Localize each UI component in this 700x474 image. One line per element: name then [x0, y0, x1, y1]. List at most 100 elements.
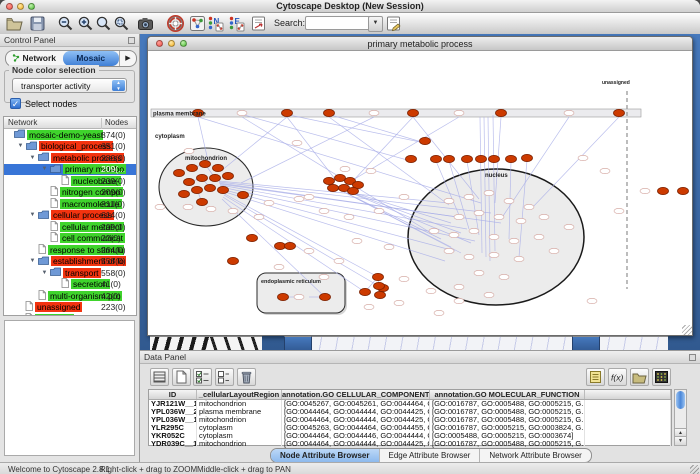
network-node-selected[interactable]: [420, 137, 431, 144]
table-cell[interactable]: [GO:0045267, GO:0045261, GO:0044464, G..…: [282, 400, 430, 408]
table-cell[interactable]: [585, 424, 671, 432]
background-window[interactable]: [572, 336, 600, 350]
network-node[interactable]: [292, 140, 302, 145]
tree-row[interactable]: ▼metabolic process280(0): [4, 152, 136, 164]
table-cell[interactable]: YKR052C: [149, 432, 197, 440]
select-attributes-icon[interactable]: [193, 368, 212, 386]
table-row[interactable]: YPL036W__1mitochondrion[GO:0044464, GO:0…: [149, 416, 671, 424]
network-node[interactable]: [340, 166, 350, 171]
table-cell[interactable]: mitochondrion: [197, 400, 282, 408]
disclosure-triangle-icon[interactable]: ▼: [39, 270, 50, 276]
network-node[interactable]: [344, 214, 354, 219]
network-node-selected[interactable]: [228, 257, 239, 264]
network-node[interactable]: [564, 224, 574, 229]
tab-network[interactable]: Network: [6, 51, 63, 66]
network-node[interactable]: [549, 248, 559, 253]
help-icon[interactable]: [167, 15, 184, 32]
network-window[interactable]: primary metabolic process plasma membran…: [147, 36, 693, 336]
search-input[interactable]: [305, 16, 371, 30]
table-cell[interactable]: [GO:0044464, GO:0044444, GO:0044425, G..…: [282, 416, 430, 424]
tree-row[interactable]: nucleobase-209(0): [4, 175, 136, 187]
tree-row[interactable]: ▼biological_process651(0): [4, 141, 136, 153]
notes-icon[interactable]: [586, 368, 605, 386]
network-node[interactable]: [319, 208, 329, 213]
network-node[interactable]: [504, 198, 514, 203]
search-dropdown-icon[interactable]: ▼: [368, 16, 383, 32]
network-node-selected[interactable]: [496, 109, 507, 116]
network-node[interactable]: [429, 228, 439, 233]
table-cell[interactable]: [585, 408, 671, 416]
network-window-titlebar[interactable]: primary metabolic process: [148, 37, 692, 51]
table-row[interactable]: YDR039C__1mitochondrion[GO:0044464, GO:0…: [149, 440, 671, 448]
network-node-selected[interactable]: [348, 187, 359, 194]
tab-mosaic[interactable]: Mosaic: [63, 51, 120, 66]
network-node[interactable]: [474, 210, 484, 215]
network-node[interactable]: [399, 276, 409, 281]
network-node[interactable]: [304, 194, 314, 199]
tree-row[interactable]: secretion41(0): [4, 279, 136, 291]
network-node-selected[interactable]: [614, 109, 625, 116]
network-node[interactable]: [600, 168, 610, 173]
tree-row[interactable]: nitrogen compo209(0): [4, 187, 136, 199]
network-node[interactable]: [449, 232, 459, 237]
network-node[interactable]: [444, 198, 454, 203]
window-resize-grip-icon[interactable]: [690, 465, 699, 474]
open-session-icon[interactable]: [6, 15, 23, 32]
table-cell[interactable]: [585, 416, 671, 424]
network-node-selected[interactable]: [223, 172, 234, 179]
table-cell[interactable]: [585, 400, 671, 408]
network-node-selected[interactable]: [374, 282, 385, 289]
network-node[interactable]: [509, 238, 519, 243]
disclosure-triangle-icon[interactable]: ▼: [27, 258, 38, 264]
network-node[interactable]: [444, 248, 454, 253]
table-cell[interactable]: YDR039C__1: [149, 440, 197, 448]
advanced-search-icon[interactable]: [385, 15, 402, 32]
table-cell[interactable]: [GO:0005488, GO:0005215, GO:0003674]: [430, 432, 585, 440]
tree-row[interactable]: ▼cellular process614(0): [4, 210, 136, 222]
network-node[interactable]: [578, 155, 588, 160]
tab-edge-attribute-browser[interactable]: Edge Attribute Browser: [380, 449, 481, 462]
network-node-selected[interactable]: [192, 186, 203, 193]
network-node-selected[interactable]: [328, 184, 339, 191]
zoom-in-icon[interactable]: [77, 15, 94, 32]
network-node[interactable]: [539, 214, 549, 219]
network-node-selected[interactable]: [197, 174, 208, 181]
network-node-selected[interactable]: [174, 169, 185, 176]
disclosure-triangle-icon[interactable]: ▼: [27, 212, 38, 218]
background-window[interactable]: [150, 336, 210, 350]
network-edge[interactable]: [531, 117, 619, 209]
network-node[interactable]: [294, 196, 304, 201]
network-node[interactable]: [516, 218, 526, 223]
delete-attribute-icon[interactable]: [237, 368, 256, 386]
tree-row[interactable]: ▼transport558(0): [4, 267, 136, 279]
network-node-selected[interactable]: [408, 109, 419, 116]
network-node-selected[interactable]: [431, 155, 442, 162]
network-node[interactable]: [494, 214, 504, 219]
network-node[interactable]: [454, 214, 464, 219]
network-node[interactable]: [334, 258, 344, 263]
network-node[interactable]: [524, 204, 534, 209]
float-panel-icon[interactable]: [689, 354, 696, 361]
background-window[interactable]: [210, 336, 262, 350]
node-color-select[interactable]: transporter activity ▲▼: [12, 78, 127, 93]
network-node-selected[interactable]: [522, 154, 533, 161]
network-node-selected[interactable]: [335, 174, 346, 181]
table-cell[interactable]: [GO:0044464, GO:0044444, GO:0044425, G..…: [282, 408, 430, 416]
table-cell[interactable]: mitochondrion: [197, 416, 282, 424]
network-node[interactable]: [564, 110, 574, 115]
network-node-selected[interactable]: [658, 187, 669, 194]
network-node-selected[interactable]: [373, 273, 384, 280]
network-node[interactable]: [254, 214, 264, 219]
zoom-fit-icon[interactable]: [95, 15, 112, 32]
function-builder-icon[interactable]: f(x): [608, 368, 627, 386]
network-node[interactable]: [294, 294, 304, 299]
table-row[interactable]: YLR295Ccytoplasm[GO:0045263, GO:0044464,…: [149, 424, 671, 432]
tab-node-attribute-browser[interactable]: Node Attribute Browser: [271, 449, 380, 462]
network-node[interactable]: [183, 204, 193, 209]
network-node[interactable]: [426, 288, 436, 293]
matrix-view-icon[interactable]: [652, 368, 671, 386]
table-row[interactable]: YJR121W__1mitochondrion[GO:0045267, GO:0…: [149, 400, 671, 408]
network-node[interactable]: [474, 270, 484, 275]
network-edge[interactable]: [289, 115, 425, 143]
tree-row[interactable]: ▼primary metabo209(...: [4, 164, 136, 176]
